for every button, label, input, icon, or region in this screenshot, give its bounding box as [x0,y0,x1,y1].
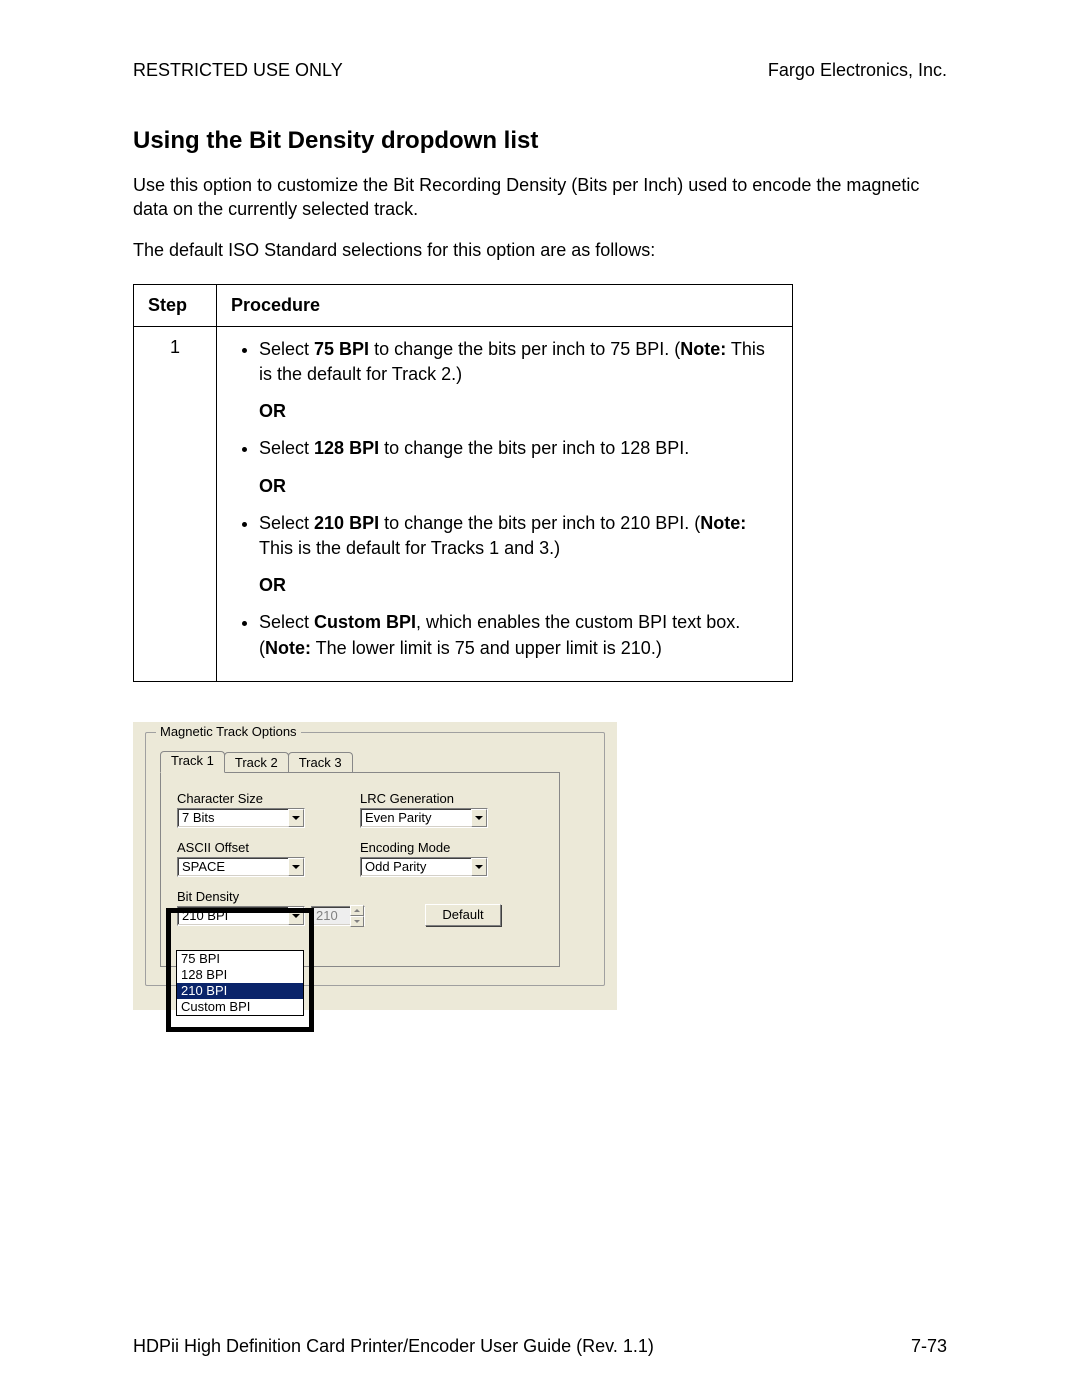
spinner-down-icon[interactable] [350,916,364,927]
bit-density-option-75[interactable]: 75 BPI [177,951,303,967]
bit-density-value: 210 BPI [178,908,288,923]
lrc-generation-dropdown[interactable]: Even Parity [360,808,488,828]
proc-bullet-210bpi: Select 210 BPI to change the bits per in… [259,511,778,599]
ascii-offset-dropdown[interactable]: SPACE [177,857,305,877]
or-separator: OR [259,474,778,499]
col-step-header: Step [134,284,217,326]
page: RESTRICTED USE ONLY Fargo Electronics, I… [0,0,1080,1397]
bit-density-option-custom[interactable]: Custom BPI [177,999,303,1015]
encoding-mode-label: Encoding Mode [360,840,543,855]
bit-density-option-210[interactable]: 210 BPI [177,983,303,999]
bit-density-dropdown[interactable]: 210 BPI [177,906,305,926]
track-tabs: Track 1 Track 2 Track 3 [160,751,590,773]
default-button[interactable]: Default [425,904,501,926]
magnetic-track-options-group: Magnetic Track Options Track 1 Track 2 T… [145,732,605,986]
ascii-offset-label: ASCII Offset [177,840,360,855]
step-number: 1 [134,326,217,681]
chevron-down-icon[interactable] [288,858,304,876]
tab-panel: Character Size 7 Bits LRC Generation Eve… [160,772,560,967]
chevron-down-icon[interactable] [288,809,304,827]
ascii-offset-value: SPACE [178,859,288,874]
character-size-dropdown[interactable]: 7 Bits [177,808,305,828]
lrc-generation-label: LRC Generation [360,791,543,806]
bit-density-option-128[interactable]: 128 BPI [177,967,303,983]
lrc-generation-value: Even Parity [361,810,471,825]
header-left: RESTRICTED USE ONLY [133,60,343,81]
col-procedure-header: Procedure [217,284,793,326]
spinner-up-icon[interactable] [350,905,364,916]
procedure-cell: Select 75 BPI to change the bits per inc… [217,326,793,681]
proc-bullet-128bpi: Select 128 BPI to change the bits per in… [259,436,778,498]
options-panel: Magnetic Track Options Track 1 Track 2 T… [133,722,617,1010]
proc-bullet-custombpi: Select Custom BPI, which enables the cus… [259,610,778,660]
footer-page-number: 7-73 [911,1336,947,1357]
intro-paragraph-2: The default ISO Standard selections for … [133,238,947,262]
bit-density-spinner-value: 210 [312,908,350,923]
footer-left: HDPii High Definition Card Printer/Encod… [133,1336,654,1357]
tab-track1[interactable]: Track 1 [160,751,225,773]
proc-bullet-75bpi: Select 75 BPI to change the bits per inc… [259,337,778,425]
page-title: Using the Bit Density dropdown list [133,127,947,155]
chevron-down-icon[interactable] [288,907,304,925]
tab-track3[interactable]: Track 3 [288,752,353,774]
intro-paragraph-1: Use this option to customize the Bit Rec… [133,173,947,222]
header-right: Fargo Electronics, Inc. [768,60,947,81]
or-separator: OR [259,573,778,598]
encoding-mode-value: Odd Parity [361,859,471,874]
chevron-down-icon[interactable] [471,809,487,827]
page-footer: HDPii High Definition Card Printer/Encod… [133,1336,947,1357]
page-header: RESTRICTED USE ONLY Fargo Electronics, I… [133,60,947,81]
bit-density-spinner[interactable]: 210 [311,906,365,926]
bit-density-label: Bit Density [177,889,365,904]
or-separator: OR [259,399,778,424]
procedure-table: Step Procedure 1 Select 75 BPI to change… [133,284,793,682]
character-size-value: 7 Bits [178,810,288,825]
tab-track2[interactable]: Track 2 [224,752,289,774]
bit-density-open-list[interactable]: 75 BPI 128 BPI 210 BPI Custom BPI [176,950,304,1016]
screenshot-inset: Magnetic Track Options Track 1 Track 2 T… [133,722,947,1010]
character-size-label: Character Size [177,791,360,806]
group-title: Magnetic Track Options [156,724,301,739]
encoding-mode-dropdown[interactable]: Odd Parity [360,857,488,877]
chevron-down-icon[interactable] [471,858,487,876]
